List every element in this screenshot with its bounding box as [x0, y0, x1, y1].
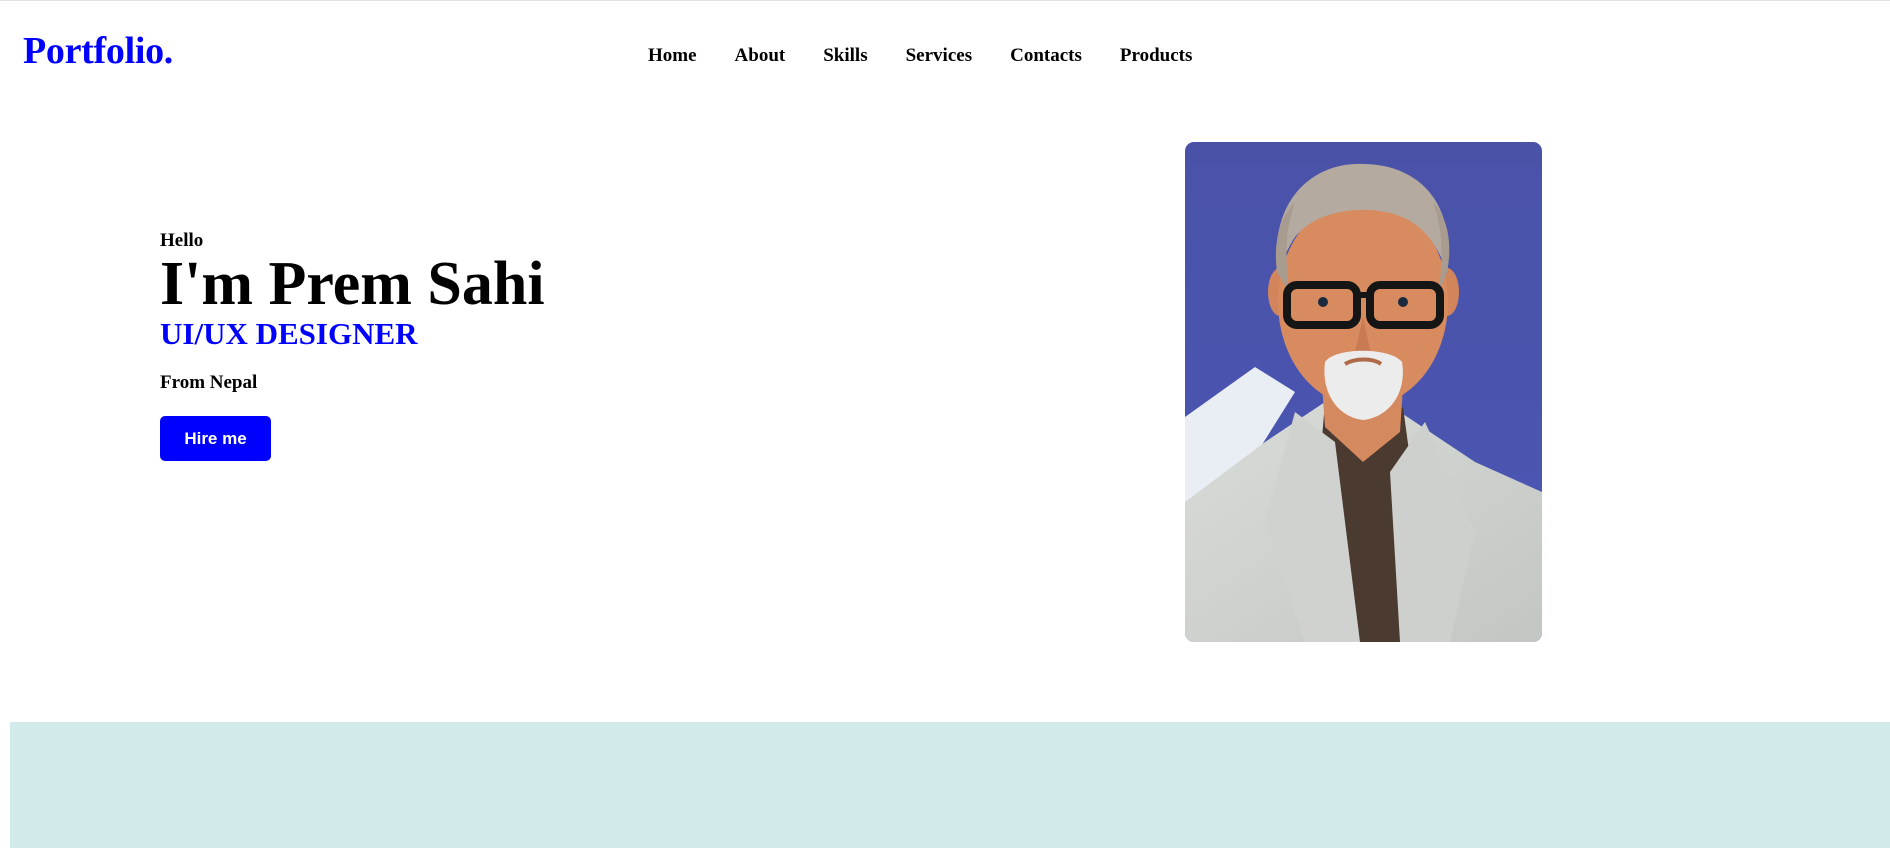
- hire-me-button[interactable]: Hire me: [160, 416, 271, 461]
- hero-role: UI/UX DESIGNER: [160, 316, 418, 351]
- next-section-band: [10, 722, 1890, 848]
- nav-item-contacts[interactable]: Contacts: [1010, 44, 1082, 68]
- site-logo[interactable]: Portfolio.: [23, 28, 173, 74]
- nav-item-skills[interactable]: Skills: [823, 44, 867, 68]
- nav-item-services[interactable]: Services: [906, 44, 972, 68]
- hero-location: From Nepal: [160, 372, 258, 393]
- nav-item-products[interactable]: Products: [1120, 44, 1192, 68]
- hero-greeting: Hello: [160, 230, 204, 251]
- top-divider: [0, 0, 1890, 1]
- nav-item-home[interactable]: Home: [648, 44, 697, 68]
- nav-item-about[interactable]: About: [735, 44, 786, 68]
- main-nav: Home About Skills Services Contacts Prod…: [648, 44, 1230, 68]
- hero-name: I'm Prem Sahi: [160, 250, 545, 318]
- hero-intro: Hello I'm Prem Sahi UI/UX DESIGNER From …: [160, 230, 545, 461]
- profile-photo: [1185, 142, 1542, 642]
